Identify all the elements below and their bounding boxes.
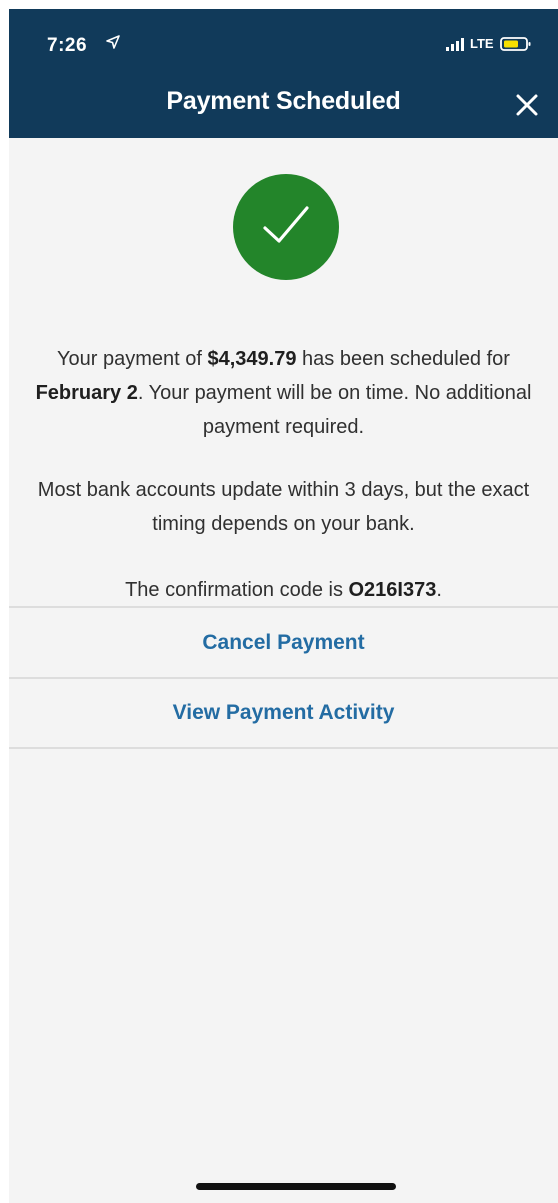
action-divider-bottom xyxy=(9,747,558,749)
top-navigation-bar: 7:26 LTE Payment Scheduled xyxy=(9,9,558,138)
confirmation-message: The confirmation code is O216I373. xyxy=(21,573,546,607)
status-time: 7:26 xyxy=(47,35,88,56)
confirmation-prefix-text: The confirmation code is xyxy=(125,579,349,601)
mobile-screen: 7:26 LTE Payment Scheduled Your payment … xyxy=(9,9,558,1203)
location-arrow-icon xyxy=(106,35,120,49)
status-bar: 7:26 LTE xyxy=(9,9,558,67)
payment-date: February 2 xyxy=(35,382,138,404)
cancel-payment-button[interactable]: Cancel Payment xyxy=(9,631,558,655)
success-badge xyxy=(233,174,339,280)
payment-prefix-text: Your payment of xyxy=(57,348,208,370)
action-divider-middle xyxy=(9,677,558,679)
page-title: Payment Scheduled xyxy=(166,87,401,115)
payment-suffix-text: . Your payment will be on time. No addit… xyxy=(137,382,532,438)
confirmation-suffix-text: . xyxy=(436,579,442,601)
payment-scheduled-message: Your payment of $4,349.79 has been sched… xyxy=(21,342,546,444)
checkmark-icon xyxy=(263,206,309,243)
payment-amount: $4,349.79 xyxy=(207,348,297,370)
battery-icon xyxy=(500,37,531,51)
home-indicator xyxy=(196,1183,396,1190)
bank-update-notice: Most bank accounts update within 3 days,… xyxy=(37,479,530,535)
action-divider-top xyxy=(9,606,558,608)
payment-middle-text: has been scheduled for xyxy=(296,348,510,370)
network-type: LTE xyxy=(470,36,494,51)
close-icon[interactable] xyxy=(512,90,542,120)
signal-bars-icon xyxy=(446,38,464,51)
view-payment-activity-button[interactable]: View Payment Activity xyxy=(9,701,558,725)
confirmation-code: O216I373 xyxy=(348,579,437,601)
